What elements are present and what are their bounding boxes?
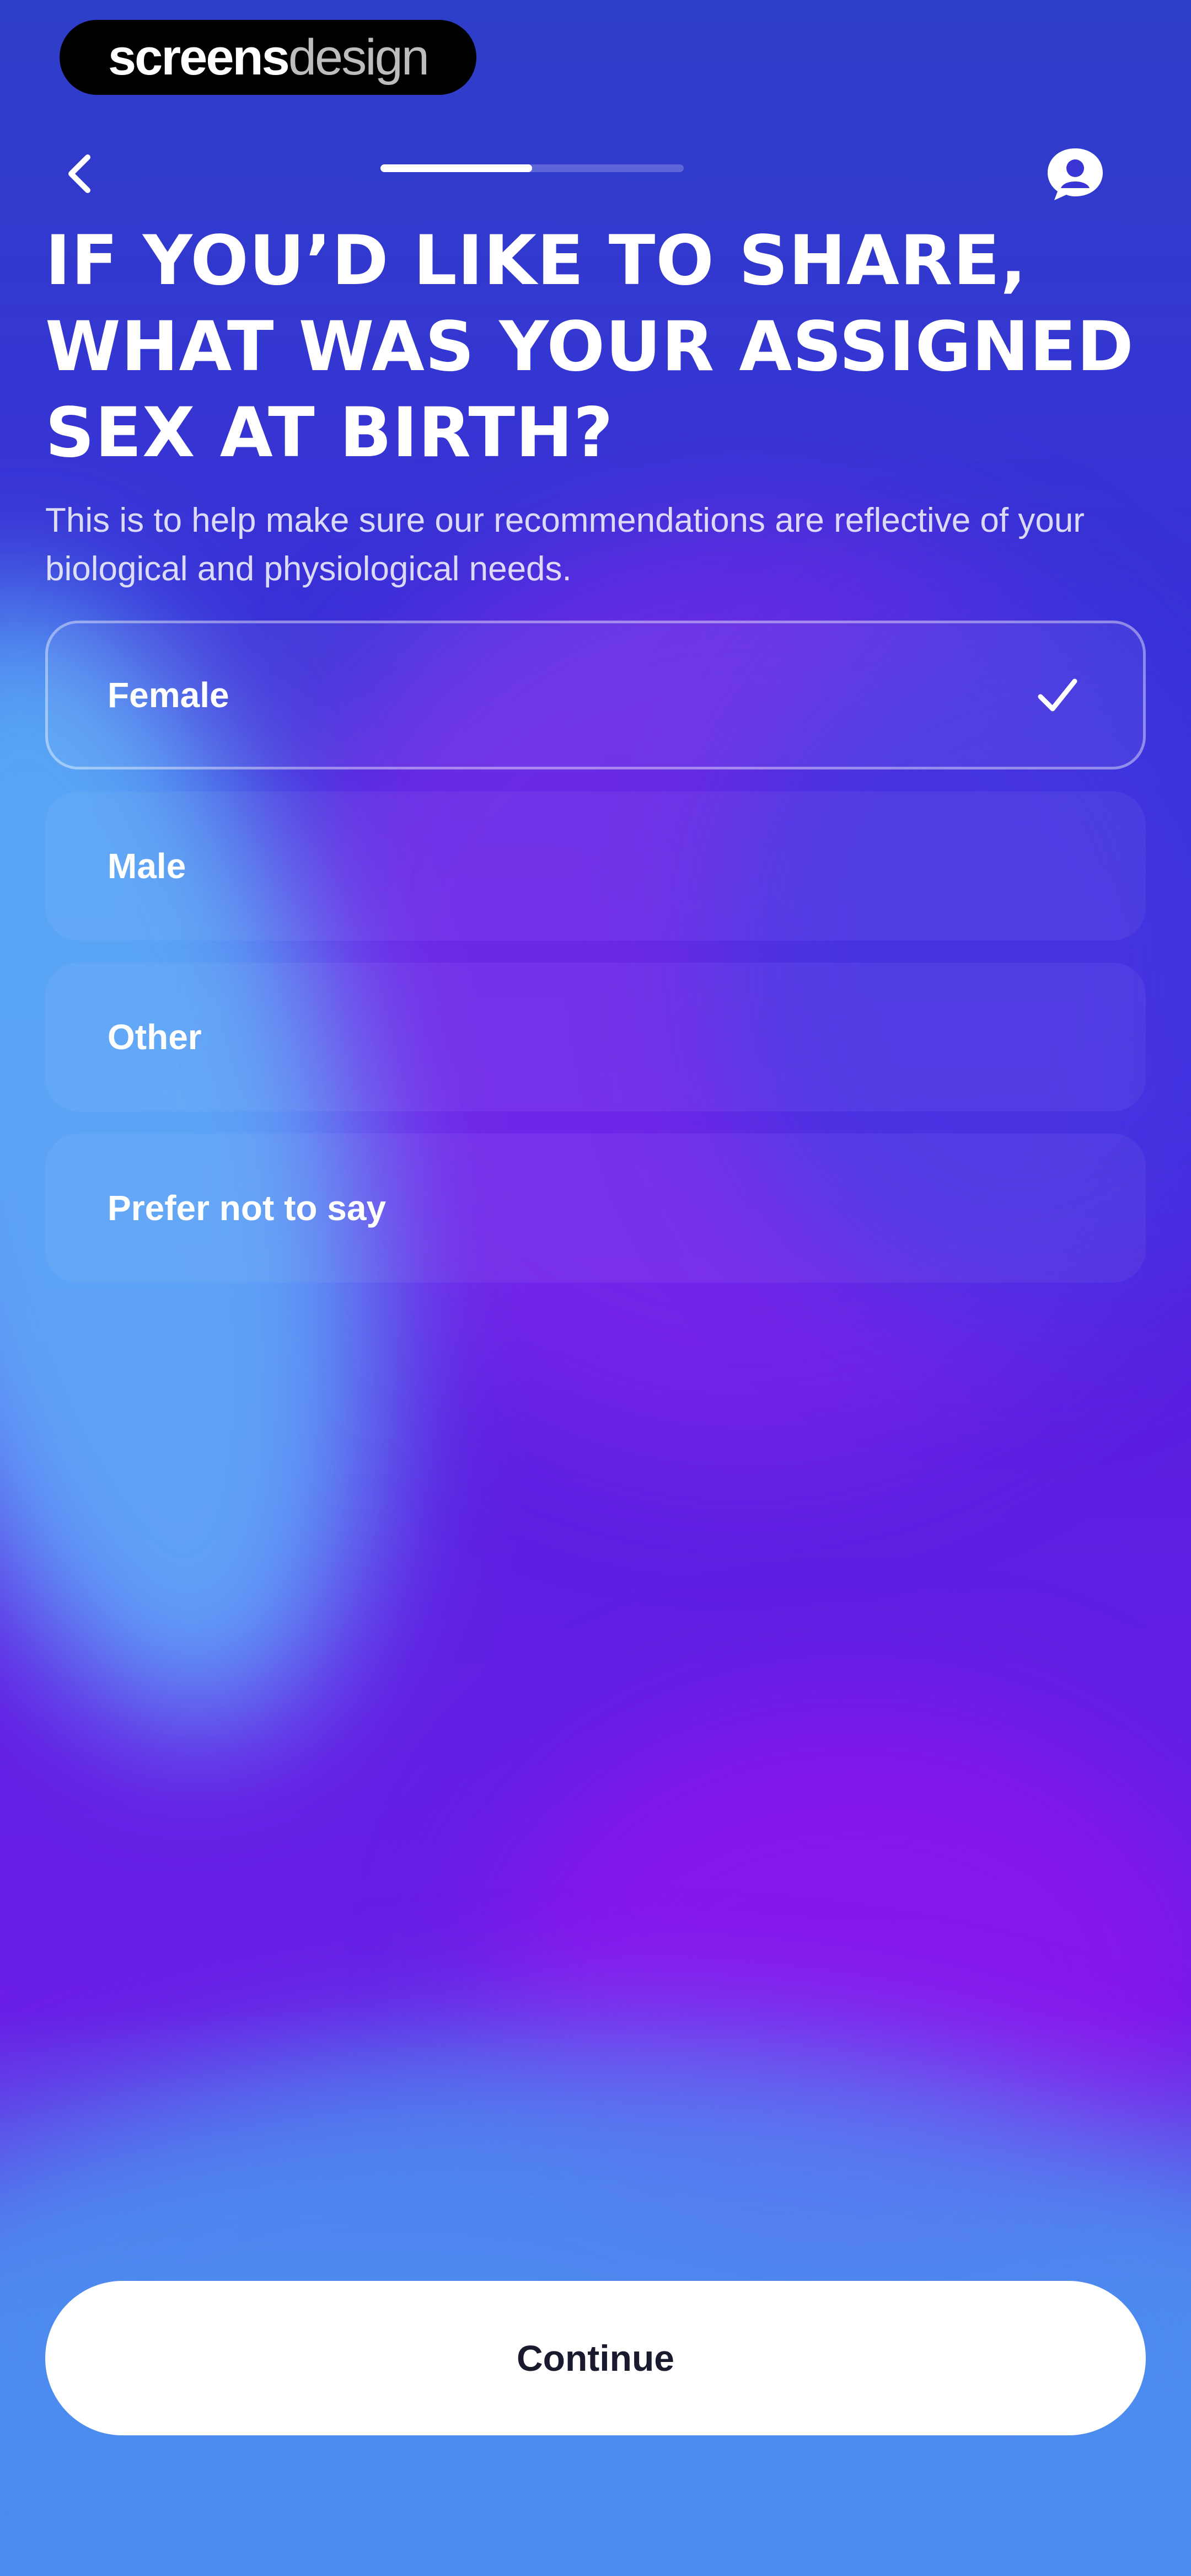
watermark-bold-text: screens	[108, 29, 290, 85]
back-button[interactable]	[50, 143, 110, 204]
background-glow-violet	[496, 1710, 1191, 2262]
chevron-left-icon	[68, 154, 90, 193]
option-other[interactable]: Other	[45, 963, 1146, 1111]
option-male[interactable]: Male	[45, 792, 1146, 940]
watermark-light-text: design	[288, 29, 430, 85]
top-navigation	[0, 132, 1191, 210]
option-label: Prefer not to say	[108, 1188, 387, 1228]
onboarding-screen: screens design IF YOU’D LIKE TO SHARE, WH…	[0, 0, 1191, 2576]
continue-button[interactable]: Continue	[45, 2281, 1146, 2435]
option-label: Other	[108, 1017, 202, 1057]
screensdesign-watermark: screens design	[60, 20, 476, 95]
help-bubble-icon	[1048, 148, 1103, 200]
help-button[interactable]	[1042, 141, 1108, 207]
answer-options: Female Male Other Prefer not to say	[45, 621, 1146, 1305]
option-label: Male	[108, 846, 186, 886]
option-female[interactable]: Female	[45, 621, 1146, 769]
option-prefer-not-to-say[interactable]: Prefer not to say	[45, 1134, 1146, 1282]
question-title: IF YOU’D LIKE TO SHARE, WHAT WAS YOUR AS…	[45, 221, 1134, 473]
checkmark-icon	[1038, 678, 1077, 712]
option-label: Female	[108, 675, 229, 715]
progress-bar	[380, 164, 684, 172]
progress-bar-fill	[380, 164, 532, 172]
question-subtitle: This is to help make sure our recommenda…	[45, 501, 1085, 588]
